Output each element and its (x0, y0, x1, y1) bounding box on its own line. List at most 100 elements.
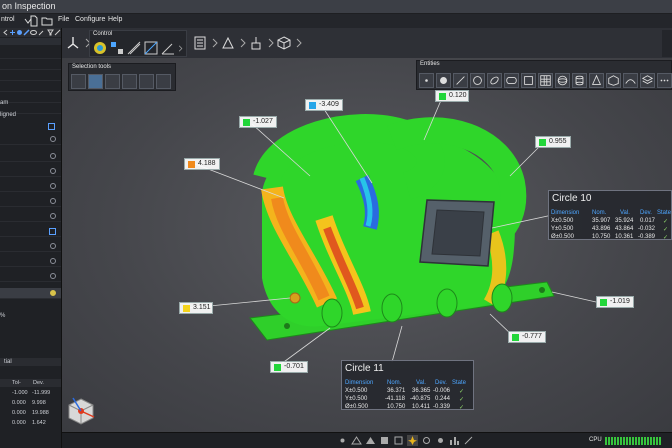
radio-icon[interactable] (50, 168, 56, 174)
axis-icon[interactable] (65, 35, 81, 51)
align-icon[interactable] (220, 35, 236, 51)
circle10-measurement-table[interactable]: Circle 10 Dimension Nom. Val. Dev. State… (548, 190, 672, 241)
clean-icon[interactable] (248, 35, 264, 51)
report-icon[interactable] (192, 35, 208, 51)
select-icon[interactable] (16, 29, 23, 36)
add-icon[interactable] (9, 29, 16, 36)
radio-icon[interactable] (50, 243, 56, 249)
render-points-icon[interactable] (337, 435, 348, 446)
table-cell: X±0.500 (551, 218, 574, 224)
deviation-icon[interactable] (92, 40, 108, 56)
state-check-icon: ✓ (663, 227, 669, 233)
cpu-meter-bar (626, 437, 628, 445)
filter-icon[interactable] (47, 29, 54, 36)
tree-row[interactable] (0, 151, 61, 162)
callout-value: -1.019 (610, 298, 630, 305)
percent-label: % (0, 313, 6, 319)
callout-label[interactable]: -3.409 (305, 99, 343, 111)
radio-icon[interactable] (50, 136, 56, 142)
tree-row[interactable] (0, 226, 61, 237)
cube-icon[interactable] (276, 35, 292, 51)
control-group: Control (89, 30, 187, 57)
chevron-right-icon[interactable] (175, 43, 186, 54)
callout-label[interactable]: 3.151 (179, 302, 213, 314)
color-swatch (512, 334, 519, 341)
caliper-icon[interactable] (126, 40, 142, 56)
clip-icon[interactable] (463, 435, 474, 446)
radio-icon[interactable] (50, 213, 56, 219)
view-cube-icon[interactable] (64, 394, 98, 428)
state-check-icon: ✓ (663, 235, 669, 241)
tree-row[interactable] (0, 211, 61, 222)
callout-label[interactable]: -1.027 (239, 116, 277, 128)
section-icon[interactable] (143, 40, 159, 56)
menu-configure[interactable]: Configure (75, 16, 105, 23)
section-header[interactable]: tial (0, 358, 61, 366)
new-file-icon[interactable] (28, 15, 40, 27)
chevron-left-icon[interactable] (2, 29, 9, 36)
menu-help[interactable]: Help (108, 16, 122, 23)
table-cell: 35.907 (592, 218, 611, 224)
table-cell: -0.339 (433, 404, 451, 410)
panel-search[interactable] (0, 38, 61, 45)
cpu-meter-bar (641, 437, 643, 445)
pen-icon[interactable] (38, 29, 45, 36)
tree-row[interactable] (0, 166, 61, 177)
tree-row[interactable] (0, 256, 61, 267)
tree-row[interactable] (0, 59, 61, 70)
radio-icon[interactable] (50, 153, 56, 159)
tree-row[interactable] (0, 81, 61, 92)
tree-row[interactable] (0, 92, 61, 103)
table-cell: 36.365 (412, 388, 431, 394)
color-swatch (600, 299, 607, 306)
tree-row[interactable] (0, 48, 61, 59)
grid-icon[interactable] (48, 123, 55, 130)
ribbon-scroll[interactable] (662, 30, 672, 57)
callout-label[interactable]: -0.701 (270, 361, 308, 373)
callout-value: 0.955 (549, 138, 567, 145)
visibility-icon[interactable] (30, 29, 37, 36)
render-wire-icon[interactable] (393, 435, 404, 446)
tree-row[interactable] (0, 181, 61, 192)
brush-icon[interactable] (23, 29, 30, 36)
radio-icon[interactable] (50, 183, 56, 189)
open-file-icon[interactable] (41, 15, 53, 27)
tree-label: am (0, 100, 9, 106)
tree-row[interactable] (0, 134, 61, 145)
render-solid-icon[interactable] (379, 435, 390, 446)
pin-icon[interactable] (54, 29, 61, 36)
control-menu[interactable]: ntrol (1, 16, 15, 23)
3d-viewport[interactable]: Selection tools Entities 0.120 -3.409 -1… (62, 58, 672, 432)
render-colormap-icon[interactable] (407, 435, 418, 446)
cpu-meter-bar (629, 437, 631, 445)
menu-file[interactable]: File (58, 16, 69, 23)
tree-row[interactable] (0, 271, 61, 282)
cpu-meter-bar (650, 437, 652, 445)
callout-label[interactable]: 4.188 (184, 158, 220, 170)
angle-icon[interactable] (160, 40, 176, 56)
circle11-measurement-table[interactable]: Circle 11 Dimension Nom. Val. Dev. State… (341, 360, 474, 411)
measurement-title: Circle 11 (345, 363, 384, 374)
callout-label[interactable]: -1.019 (596, 296, 634, 308)
radio-icon[interactable] (50, 258, 56, 264)
tree-row[interactable] (0, 70, 61, 81)
radio-icon[interactable] (50, 198, 56, 204)
state-check-icon: ✓ (459, 389, 465, 395)
tree-row[interactable] (0, 196, 61, 207)
settings-icon[interactable] (421, 435, 432, 446)
callout-label[interactable]: 0.120 (435, 90, 469, 102)
pipe-outlet (491, 283, 513, 313)
col-header: Nom. (387, 380, 402, 386)
tree-row[interactable] (0, 241, 61, 252)
tree-row-selected[interactable] (0, 288, 61, 299)
chart-icon[interactable] (449, 435, 460, 446)
grid-icon[interactable] (49, 228, 56, 235)
radio-icon[interactable] (50, 273, 56, 279)
gdt-icon[interactable] (109, 40, 125, 56)
callout-label[interactable]: 0.955 (535, 136, 571, 148)
callout-label[interactable]: -0.777 (508, 331, 546, 343)
render-mesh-icon[interactable] (351, 435, 362, 446)
render-shaded-icon[interactable] (365, 435, 376, 446)
light-icon[interactable] (435, 435, 446, 446)
chevron-right-icon[interactable] (291, 35, 307, 51)
